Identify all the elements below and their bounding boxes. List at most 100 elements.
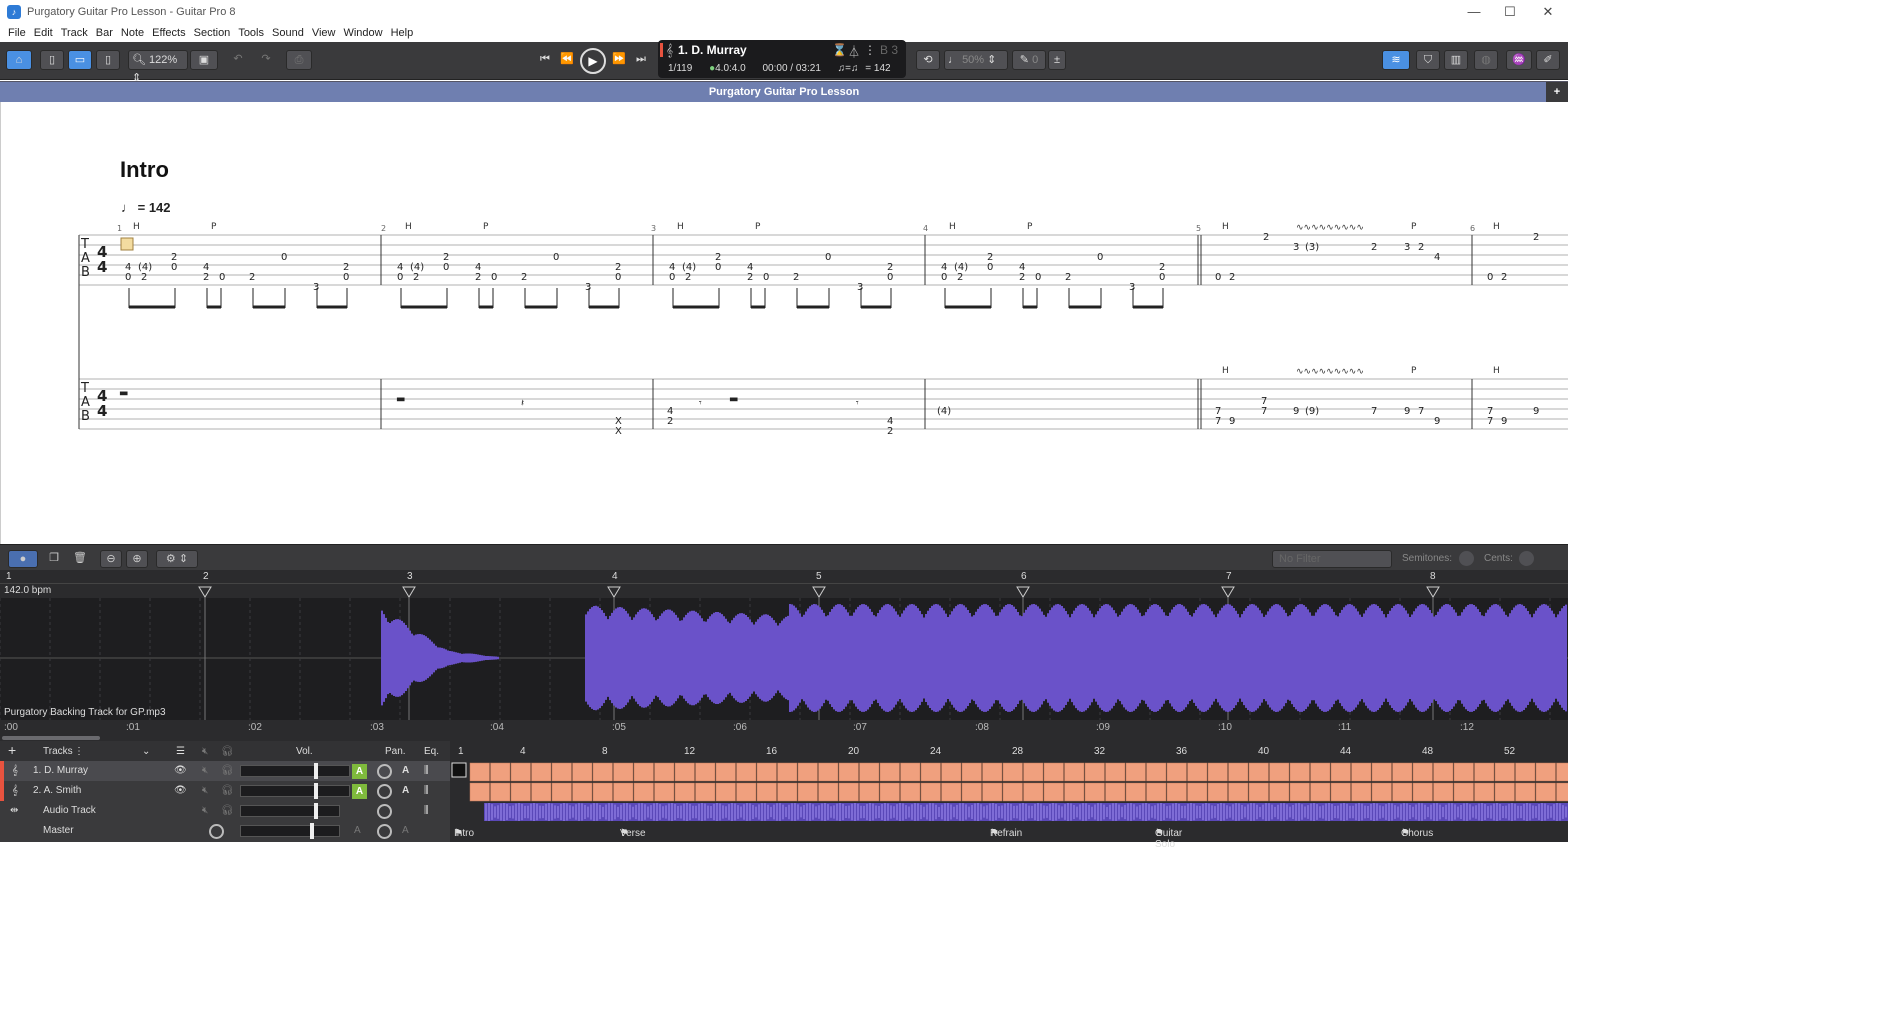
tab-note[interactable]: 3 xyxy=(857,282,863,293)
pan-knob[interactable] xyxy=(377,824,392,839)
lcd-display[interactable]: 𝄞 1. D. Murray ⌛ ⏃ ⋮ B 3 1/119 ●4.0:4.0 … xyxy=(658,40,906,78)
pan-knob[interactable] xyxy=(377,784,392,799)
track-row-audio[interactable]: ⇹ Audio Track 🔇︎ 🎧︎ ⫼ xyxy=(0,801,450,821)
bar-block[interactable] xyxy=(1515,782,1536,802)
bar-block[interactable] xyxy=(1433,762,1454,782)
tab-note[interactable]: 𝄾 xyxy=(699,398,702,409)
bar-block[interactable] xyxy=(1453,782,1474,802)
document-tab[interactable]: Purgatory Guitar Pro Lesson xyxy=(709,86,859,98)
score-area[interactable]: Intro ♩ = 142 TAB TAB 44 44 1 2 3 4 5 6 … xyxy=(0,102,1568,544)
bar-block[interactable] xyxy=(613,782,634,802)
bar-block[interactable] xyxy=(756,762,777,782)
zoom-out-button[interactable]: ⊖ xyxy=(100,550,122,568)
bar-block[interactable] xyxy=(1125,782,1146,802)
bar-block[interactable] xyxy=(1310,762,1331,782)
tab-note[interactable]: 2 xyxy=(747,272,753,283)
eq-icon[interactable]: ⫼ xyxy=(424,805,429,816)
bar-block[interactable] xyxy=(736,782,757,802)
bar-block[interactable] xyxy=(1535,782,1556,802)
tuner-control[interactable]: ✎ 0 xyxy=(1012,50,1046,70)
semitones-knob[interactable] xyxy=(1459,551,1474,566)
filter-select[interactable]: No Filter xyxy=(1272,550,1392,568)
audio-panel-button[interactable]: ≋ xyxy=(1382,50,1410,70)
bar-block[interactable] xyxy=(1248,782,1269,802)
tab-note[interactable]: 0 xyxy=(1035,272,1041,283)
bar-block[interactable] xyxy=(510,762,531,782)
tablature-staves[interactable]: TAB TAB 44 44 123456 40(4)220 42 0 2032040(… xyxy=(1,102,1568,544)
bar-block[interactable] xyxy=(756,782,777,802)
bar-block[interactable] xyxy=(510,782,531,802)
bar-block[interactable] xyxy=(838,782,859,802)
solo-all-icon[interactable]: 🎧︎ xyxy=(221,746,234,757)
bar-block[interactable] xyxy=(633,782,654,802)
bar-block[interactable] xyxy=(1392,762,1413,782)
bar-block[interactable] xyxy=(1556,782,1569,802)
master-auto-icon[interactable]: A xyxy=(354,825,361,836)
bar-block[interactable] xyxy=(1269,782,1290,802)
go-end-button[interactable]: ⏭ xyxy=(632,50,650,70)
solo-icon[interactable]: 🎧︎ xyxy=(221,785,234,796)
tab-note[interactable]: 0 xyxy=(443,262,449,273)
bar-block[interactable] xyxy=(572,782,593,802)
mute-icon[interactable]: 🔇︎ xyxy=(202,805,208,816)
tab-note[interactable]: 9 xyxy=(1293,406,1299,417)
bar-block[interactable] xyxy=(1146,782,1167,802)
drum-panel-button[interactable]: ◍ xyxy=(1474,50,1498,70)
bar-block[interactable] xyxy=(1371,782,1392,802)
tab-note[interactable]: 0 xyxy=(887,272,893,283)
pan-auto-icon[interactable]: A xyxy=(402,785,409,796)
bar-block[interactable] xyxy=(551,782,572,802)
bar-block[interactable] xyxy=(859,782,880,802)
bar-block[interactable] xyxy=(674,762,695,782)
menu-note[interactable]: Note xyxy=(121,27,144,39)
bar-block[interactable] xyxy=(1474,782,1495,802)
bar-block[interactable] xyxy=(1064,762,1085,782)
bar-block[interactable] xyxy=(920,762,941,782)
layout-bottom-button[interactable]: ▭ xyxy=(68,50,92,70)
audio-settings-button[interactable]: ⚙ ⇕ xyxy=(156,550,198,568)
bar-block[interactable] xyxy=(1351,782,1372,802)
tab-note[interactable]: 3 xyxy=(313,282,319,293)
menu-bar-item[interactable]: Bar xyxy=(96,27,113,39)
bar-block[interactable] xyxy=(1146,762,1167,782)
playhead-block[interactable] xyxy=(451,762,467,778)
tab-note[interactable]: 0 xyxy=(987,262,993,273)
bar-block[interactable] xyxy=(654,762,675,782)
bar-block[interactable] xyxy=(469,782,490,802)
bar-block[interactable] xyxy=(1535,762,1556,782)
menu-track[interactable]: Track xyxy=(61,27,88,39)
bar-block[interactable] xyxy=(715,762,736,782)
tab-note[interactable]: 9 xyxy=(1501,416,1507,427)
track-row-master[interactable]: Master A A xyxy=(0,821,450,841)
pan-auto-icon[interactable]: A xyxy=(402,765,409,776)
tab-note[interactable]: 7 xyxy=(1261,406,1267,417)
pan-knob[interactable] xyxy=(377,764,392,779)
bar-block[interactable] xyxy=(1084,782,1105,802)
inspector-panel-button[interactable]: ✐ xyxy=(1536,50,1560,70)
layout-right-button[interactable]: ▯ xyxy=(96,50,120,70)
guitar-panel-button[interactable]: ⛉ xyxy=(1416,50,1440,70)
bar-block[interactable] xyxy=(1433,782,1454,802)
bar-block[interactable] xyxy=(1105,762,1126,782)
tab-note[interactable]: 9 xyxy=(1533,406,1539,417)
forward-button[interactable]: ⏩ xyxy=(610,50,628,70)
bar-block[interactable] xyxy=(1289,782,1310,802)
mute-icon[interactable]: 🔇︎ xyxy=(202,785,208,796)
eq-icon[interactable]: ⫼ xyxy=(424,765,429,776)
bar-block[interactable] xyxy=(1330,762,1351,782)
tab-note[interactable]: 3 xyxy=(1404,242,1410,253)
bar-block[interactable] xyxy=(961,762,982,782)
pan-knob[interactable] xyxy=(377,804,392,819)
bar-block[interactable] xyxy=(1453,762,1474,782)
bar-block[interactable] xyxy=(982,762,1003,782)
mixer-panel-button[interactable]: ♒ xyxy=(1506,50,1532,70)
bar-block[interactable] xyxy=(1515,762,1536,782)
new-tab-button[interactable]: + xyxy=(1546,82,1568,102)
tab-note[interactable]: ▬ xyxy=(396,394,405,405)
bar-block[interactable] xyxy=(1310,782,1331,802)
bar-block[interactable] xyxy=(1248,762,1269,782)
tab-note[interactable]: (9) xyxy=(1305,406,1319,417)
bar-block[interactable] xyxy=(1330,782,1351,802)
tab-note[interactable]: 0 xyxy=(669,272,675,283)
bar-block[interactable] xyxy=(1084,762,1105,782)
